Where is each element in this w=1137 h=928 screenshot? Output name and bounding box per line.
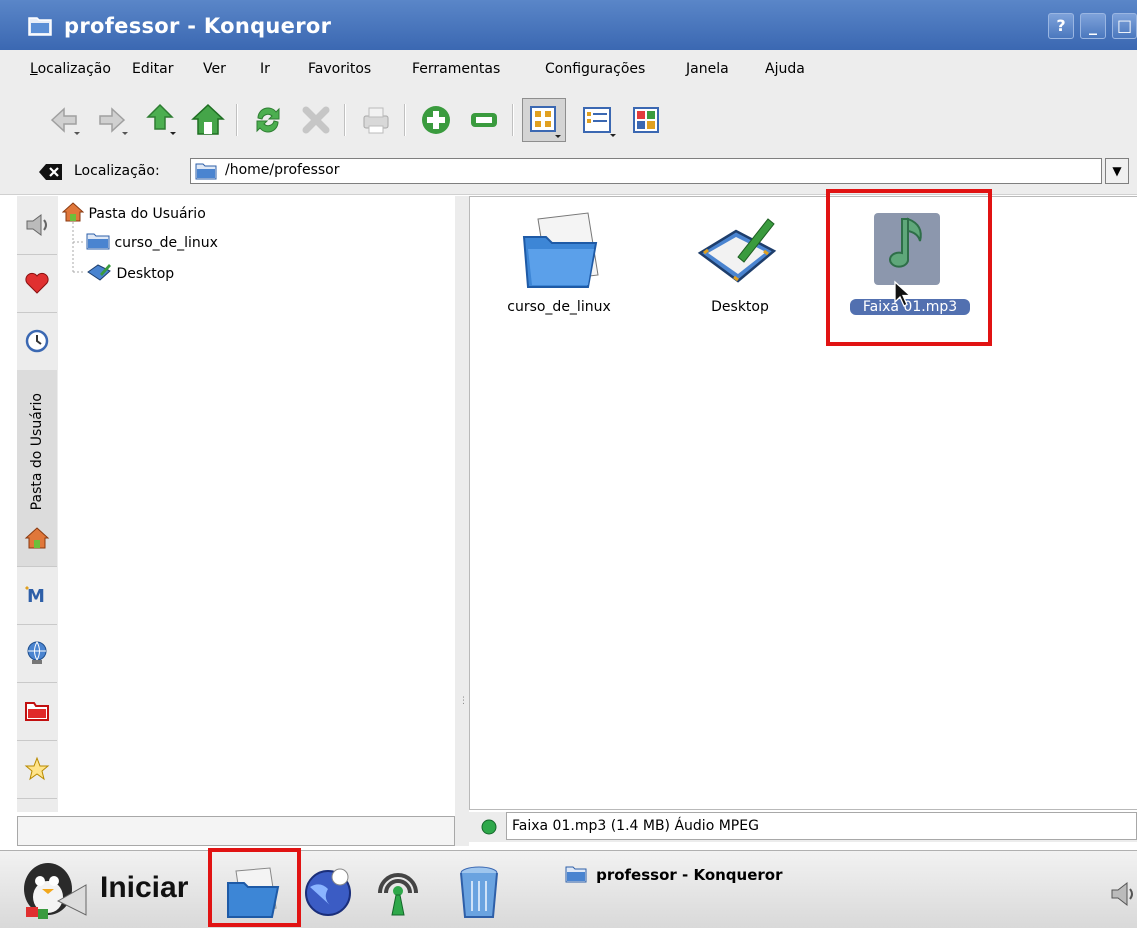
- volume-icon[interactable]: [1108, 879, 1137, 909]
- window-title: professor - Konqueror: [64, 14, 332, 38]
- folder-tree: Pasta do Usuário curso_de_linux Desktop: [58, 196, 454, 812]
- file-item-desktop[interactable]: Desktop: [680, 211, 790, 321]
- tree-lines: [72, 222, 85, 273]
- tree-item-desktop[interactable]: Desktop: [86, 262, 174, 282]
- folder-icon: [522, 212, 599, 288]
- status-text: Faixa 01.mp3 (1.4 MB) Áudio MPEG: [506, 812, 1137, 840]
- sidebar-status-bar: [17, 816, 455, 846]
- taskbar: Iniciar professor - Konqueror: [0, 850, 1137, 928]
- clock-icon[interactable]: [17, 312, 57, 371]
- multicolumn-view-icon[interactable]: [626, 100, 666, 140]
- folder-icon: [195, 163, 217, 180]
- menu-bar: Localização Editar Ver Ir Favoritos Ferr…: [0, 50, 1137, 90]
- menu-favoritos[interactable]: Favoritos: [308, 61, 371, 77]
- tree-item-curso-de-linux[interactable]: curso_de_linux: [86, 232, 218, 251]
- panel-splitter[interactable]: ⋮: [455, 196, 469, 846]
- menu-configuracoes[interactable]: Configurações: [545, 61, 645, 77]
- folder-icon: [28, 17, 52, 36]
- sidebar-tabs: Pasta do Usuário M: [17, 196, 59, 812]
- tab-pasta-do-usuario[interactable]: Pasta do Usuário: [17, 370, 57, 567]
- menu-localizacao-label: ocalização: [37, 61, 111, 77]
- minimize-button[interactable]: _: [1080, 13, 1106, 39]
- icon-view-icon[interactable]: [522, 98, 566, 142]
- desktop-icon: [87, 264, 111, 281]
- file-label: Desktop: [711, 299, 769, 315]
- trash-icon[interactable]: [454, 863, 504, 923]
- kde-logo-icon: [24, 863, 87, 919]
- location-value: /home/professor: [225, 162, 340, 178]
- highlight-box-launcher: [208, 848, 301, 927]
- menu-localizacao-accel: L: [30, 61, 38, 77]
- home-icon: [61, 202, 85, 222]
- highlight-box-mp3: [826, 189, 992, 346]
- speaker-icon[interactable]: [17, 196, 57, 255]
- detail-view-icon[interactable]: [578, 100, 618, 140]
- menu-ferramentas[interactable]: Ferramentas: [412, 61, 500, 77]
- bookmarks-m-icon[interactable]: M: [17, 566, 57, 625]
- tree-item-label: Pasta do Usuário: [88, 206, 206, 222]
- folder-icon: [565, 866, 587, 883]
- maximize-button[interactable]: □: [1112, 13, 1137, 39]
- menu-janela[interactable]: Janela: [686, 61, 729, 77]
- taskbar-task-konqueror[interactable]: professor - Konqueror: [565, 865, 783, 889]
- vertical-tab-label: Pasta do Usuário: [29, 393, 45, 511]
- zoom-out-icon[interactable]: [464, 100, 504, 140]
- star-icon[interactable]: [17, 740, 57, 799]
- file-view: curso_de_linux Desktop Faixa 01.mp3: [469, 196, 1137, 810]
- network-icon[interactable]: [17, 624, 57, 683]
- start-label: Iniciar: [100, 871, 189, 904]
- status-indicator-icon: [481, 819, 497, 835]
- print-icon[interactable]: [356, 100, 396, 140]
- stop-icon[interactable]: [296, 100, 336, 140]
- menu-ver[interactable]: Ver: [203, 61, 226, 77]
- menu-editar[interactable]: Editar: [132, 61, 173, 77]
- help-button[interactable]: ?: [1048, 13, 1074, 39]
- start-button[interactable]: Iniciar: [14, 859, 204, 921]
- web-browser-icon[interactable]: [300, 863, 356, 919]
- location-label: Localização:: [74, 163, 160, 179]
- menu-ajuda[interactable]: Ajuda: [765, 61, 805, 77]
- zoom-in-icon[interactable]: [416, 100, 456, 140]
- network-wireless-icon[interactable]: [370, 863, 426, 919]
- home-icon[interactable]: [188, 100, 228, 140]
- home-icon: [24, 526, 50, 549]
- tree-item-root[interactable]: Pasta do Usuário: [61, 202, 206, 222]
- clear-location-icon[interactable]: [38, 163, 64, 181]
- folder-icon[interactable]: [17, 682, 57, 741]
- menu-localizacao[interactable]: Localização: [30, 61, 111, 77]
- desktop-icon: [697, 218, 777, 283]
- up-icon[interactable]: [140, 100, 180, 140]
- heart-icon[interactable]: [17, 254, 57, 313]
- location-input[interactable]: /home/professor: [190, 158, 1102, 184]
- forward-icon[interactable]: [92, 100, 132, 140]
- tree-item-label: curso_de_linux: [114, 235, 218, 251]
- tree-item-label: Desktop: [116, 266, 175, 282]
- file-label: curso_de_linux: [507, 299, 611, 315]
- task-title: professor - Konqueror: [596, 866, 783, 884]
- file-item-curso-de-linux[interactable]: curso_de_linux: [500, 211, 611, 321]
- folder-icon: [86, 233, 110, 250]
- back-icon[interactable]: [44, 100, 84, 140]
- reload-icon[interactable]: [248, 100, 288, 140]
- menu-ir[interactable]: Ir: [260, 61, 270, 77]
- toolbar: [0, 90, 1137, 152]
- title-bar[interactable]: professor - Konqueror ? _ □: [0, 0, 1137, 50]
- svg-text:M: M: [27, 586, 45, 607]
- location-dropdown-button[interactable]: ▼: [1105, 158, 1129, 184]
